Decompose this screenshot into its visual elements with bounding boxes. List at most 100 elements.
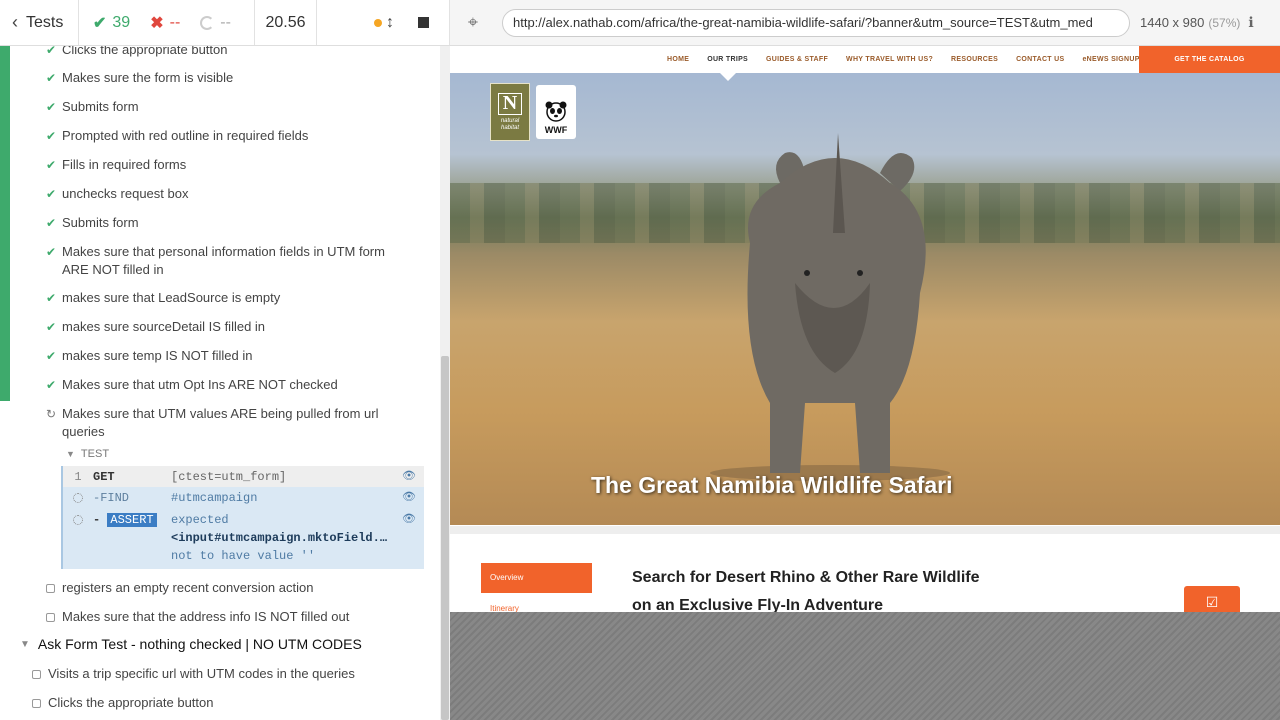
url-display[interactable]: http://alex.nathab.com/africa/the-great-… — [502, 8, 1130, 37]
reporter-panel: ✔ Clicks the appropriate button ✔ Makes su… — [0, 46, 450, 720]
check-icon: ✔ — [46, 378, 57, 392]
nav-contact[interactable]: CONTACT US — [1016, 56, 1064, 63]
test-title: Makes sure that utm Opt Ins ARE NOT chec… — [62, 377, 338, 392]
nav-enews[interactable]: eNEWS SIGNUP — [1082, 56, 1139, 63]
viewport-size: 1440 x 980 — [1140, 15, 1205, 30]
test-item[interactable]: ✔ unchecks request box — [46, 185, 392, 203]
reporter-scrollbar[interactable] — [440, 46, 450, 720]
pending-checkbox-icon — [32, 699, 41, 708]
test-title: Clicks the appropriate button — [62, 46, 228, 57]
trip-heading: Search for Desert Rhino & Other Rare Wil… — [632, 569, 980, 612]
test-item[interactable]: ✔ makes sure sourceDetail IS filled in — [46, 318, 392, 336]
check-icon: ✔ — [46, 320, 57, 334]
wwf-text: WWF — [544, 125, 568, 135]
cypress-runner: ‹ Tests ✔ 39 ✖ -- -- 20.56 ↕ ⌖ http://alex… — [0, 0, 1280, 720]
wwf-logo[interactable]: WWF — [536, 85, 576, 139]
test-item[interactable]: Visits a trip specific url with UTM code… — [32, 665, 355, 683]
aut-header: ⌖ http://alex.nathab.com/africa/the-grea… — [450, 0, 1280, 46]
test-item[interactable]: ✔ Submits form — [46, 214, 392, 232]
check-icon: ✔ — [46, 46, 57, 57]
stats: ✔ 39 ✖ -- -- — [79, 0, 255, 45]
chevron-left-icon: ‹ — [12, 12, 18, 32]
selector-playground-button[interactable]: ⌖ — [450, 12, 496, 33]
hero-image: N natural habitat WWF — [450, 73, 1280, 525]
command-row[interactable]: - ASSERT expected <input#utmcampaign.mkt… — [63, 509, 424, 569]
check-icon: ✔ — [46, 129, 57, 143]
info-icon[interactable]: ℹ — [1248, 14, 1253, 31]
test-title: unchecks request box — [62, 186, 189, 201]
failed-value: -- — [169, 13, 181, 31]
test-title: Fills in required forms — [62, 157, 187, 172]
assert-condition: not to have value '' — [171, 549, 316, 563]
nav-our-trips[interactable]: OUR TRIPS — [707, 56, 748, 63]
failed-count: ✖ -- — [150, 13, 180, 33]
test-item[interactable]: ✔ Submits form — [46, 98, 392, 116]
check-icon: ✔ — [46, 245, 57, 259]
natural-habitat-logo[interactable]: N natural habitat — [490, 83, 530, 141]
back-to-tests-button[interactable]: ‹ Tests — [0, 0, 79, 45]
command-message: #utmcampaign — [171, 491, 258, 505]
test-item[interactable]: ✔ Prompted with red outline in required f… — [46, 127, 392, 145]
calendar-button[interactable]: ☑ — [1184, 586, 1240, 612]
reporter-header: ‹ Tests ✔ 39 ✖ -- -- 20.56 ↕ — [0, 0, 450, 46]
eye-slash-icon[interactable]: 👁 — [394, 468, 424, 486]
command-row[interactable]: 1 GET [ctest=utm_form] 👁 — [63, 466, 424, 487]
refresh-icon: ↻ — [46, 407, 57, 421]
test-item[interactable]: registers an empty recent conversion act… — [46, 579, 392, 597]
test-item[interactable]: ✔ Fills in required forms — [46, 156, 392, 174]
command-name: GET — [93, 470, 115, 484]
passed-value: 39 — [112, 13, 131, 31]
triangle-down-icon: ▼ — [66, 449, 75, 459]
test-title: Makes sure that UTM values ARE being pul… — [62, 406, 379, 439]
nav-resources[interactable]: RESOURCES — [951, 56, 998, 63]
stop-icon — [418, 17, 429, 28]
pending-checkbox-icon — [46, 584, 55, 593]
eye-slash-icon[interactable]: 👁 — [394, 511, 424, 529]
scroll-thumb[interactable] — [441, 356, 449, 720]
suite-header[interactable]: ▼ Ask Form Test - nothing checked | NO UT… — [20, 636, 362, 652]
logo-wordmark: natural habitat — [500, 117, 520, 131]
eye-slash-icon[interactable]: 👁 — [394, 489, 424, 507]
check-icon: ✔ — [46, 71, 57, 85]
tab-overview[interactable]: Overview — [481, 563, 592, 593]
nav-caret — [720, 73, 736, 81]
viewport-scale: (57%) — [1208, 16, 1241, 30]
suite-passed-indicator — [0, 46, 10, 401]
triangle-down-icon: ▼ — [20, 638, 30, 650]
test-item[interactable]: ✔ Makes sure the form is visible — [46, 69, 392, 87]
auto-scroll-toggle[interactable]: ↕ — [374, 14, 394, 32]
panda-icon — [545, 101, 567, 122]
command-message: [ctest=utm_form] — [171, 470, 287, 484]
test-section-toggle[interactable]: ▼ TEST — [66, 448, 109, 460]
test-item[interactable]: Clicks the appropriate button — [32, 694, 213, 712]
suite-title: Ask Form Test - nothing checked | NO UTM… — [37, 636, 362, 652]
test-item[interactable]: ✔ Clicks the appropriate button — [46, 46, 392, 59]
duration: 20.56 — [255, 0, 317, 45]
test-item[interactable]: ✔ makes sure that LeadSource is empty — [46, 289, 392, 307]
nav-home[interactable]: HOME — [667, 56, 689, 63]
command-row[interactable]: -FIND #utmcampaign 👁 — [63, 487, 424, 509]
test-item-running[interactable]: ↻ Makes sure that UTM values ARE being pu… — [46, 405, 392, 441]
test-item[interactable]: Makes sure that the address info IS NOT … — [46, 608, 392, 626]
site-nav: HOME OUR TRIPS GUIDES & STAFF WHY TRAVEL… — [450, 46, 1280, 73]
test-item[interactable]: ✔ Makes sure that personal information fi… — [46, 243, 392, 279]
get-catalog-button[interactable]: GET THE CATALOG — [1139, 46, 1280, 73]
rhino-illustration — [710, 133, 950, 481]
command-number: 1 — [74, 470, 82, 484]
passed-count: ✔ 39 — [93, 13, 130, 33]
test-item[interactable]: ✔ makes sure temp IS NOT filled in — [46, 347, 392, 365]
test-title: Submits form — [62, 99, 139, 114]
pending-checkbox-icon — [46, 613, 55, 622]
test-title: Visits a trip specific url with UTM code… — [48, 666, 355, 681]
nav-guides[interactable]: GUIDES & STAFF — [766, 56, 828, 63]
check-icon: ✔ — [46, 100, 57, 114]
stop-button[interactable] — [418, 17, 429, 28]
aut-frame: HOME OUR TRIPS GUIDES & STAFF WHY TRAVEL… — [450, 46, 1280, 612]
test-title: makes sure that LeadSource is empty — [62, 290, 281, 305]
tab-itinerary[interactable]: Itinerary — [490, 604, 519, 612]
check-icon: ✔ — [93, 14, 107, 32]
nav-why-travel[interactable]: WHY TRAVEL WITH US? — [846, 56, 933, 63]
test-item[interactable]: ✔ Makes sure that utm Opt Ins ARE NOT che… — [46, 376, 392, 394]
check-icon: ✔ — [46, 291, 57, 305]
pending-checkbox-icon — [32, 670, 41, 679]
